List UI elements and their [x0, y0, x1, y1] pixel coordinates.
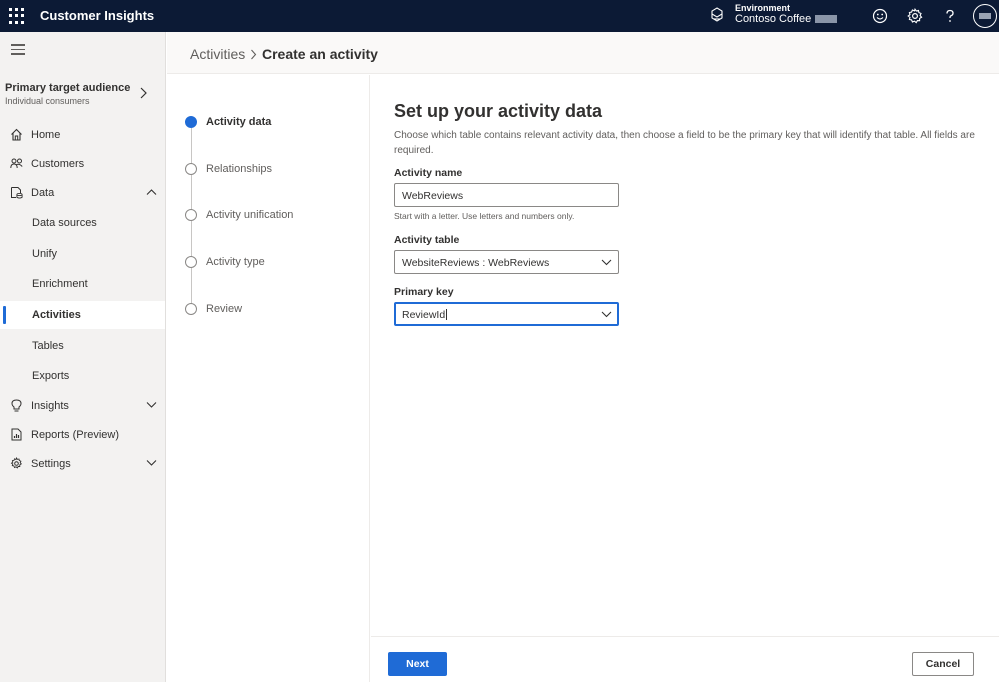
sidebar-item-data[interactable]: Data: [0, 179, 165, 207]
chevron-down-icon: [601, 311, 612, 318]
sidebar-item-label: Customers: [31, 158, 85, 170]
gear-icon: [10, 457, 23, 469]
step-indicator: [185, 209, 197, 221]
environment-redacted: [815, 15, 838, 24]
sidebar-item-label: Enrichment: [32, 278, 88, 290]
sidebar-item-label: Insights: [31, 400, 69, 412]
sidebar-item-label: Data: [31, 187, 55, 199]
sidebar-item-activities[interactable]: Activities: [0, 301, 165, 329]
data-icon: [11, 187, 23, 199]
step-label: Relationships: [206, 163, 273, 175]
sidebar-item-unify[interactable]: Unify: [0, 240, 165, 268]
sidebar-item-settings[interactable]: Settings: [0, 450, 165, 478]
sidebar-item-exports[interactable]: Exports: [0, 362, 165, 390]
report-icon: [11, 428, 22, 441]
sidebar-item-reports[interactable]: Reports (Preview): [0, 421, 165, 449]
sidebar-item-tables[interactable]: Tables: [0, 332, 165, 360]
activity-table-label: Activity table: [394, 234, 460, 246]
waffle-icon[interactable]: [9, 8, 25, 24]
activity-name-value: WebReviews: [402, 190, 464, 202]
form-description: Choose which table contains relevant act…: [394, 130, 975, 156]
form-title: Set up your activity data: [394, 101, 603, 121]
environment-picker[interactable]: Contoso Coffee: [735, 13, 838, 25]
text-caret: [446, 309, 448, 320]
activity-name-hint: Start with a letter. Use letters and num…: [394, 211, 575, 221]
primary-key-dropdown[interactable]: ReviewId: [394, 302, 619, 326]
step-label: Activity type: [206, 256, 265, 268]
audience-subtitle: Individual consumers: [5, 96, 90, 106]
breadcrumb: Activities Create an activity: [167, 32, 999, 74]
sidebar-item-customers[interactable]: Customers: [0, 150, 165, 178]
activity-data-form: Set up your activity data Choose which t…: [371, 75, 999, 682]
sidebar-item-home[interactable]: Home: [0, 121, 165, 149]
environment-name: Contoso Coffee: [735, 13, 812, 25]
primary-key-label: Primary key: [394, 286, 454, 298]
sidebar-item-label: Exports: [32, 370, 70, 382]
audience-title: Primary target audience: [5, 82, 131, 94]
avatar-initials-redacted: [979, 13, 991, 19]
sidebar-item-label: Tables: [32, 340, 64, 352]
sidebar-item-label: Reports (Preview): [31, 429, 120, 441]
chevron-down-icon: [601, 259, 612, 266]
top-bar: Customer Insights Environment Contoso Co…: [0, 0, 999, 32]
step-indicator: [185, 163, 197, 175]
step-label: Activity unification: [206, 209, 294, 221]
activity-name-label: Activity name: [394, 167, 463, 179]
sidebar-item-enrichment[interactable]: Enrichment: [0, 270, 165, 298]
wizard-stepper: Activity data Relationships Activity uni…: [167, 75, 370, 682]
primary-key-value-wrap: ReviewId: [402, 309, 448, 321]
activity-table-value: WebsiteReviews : WebReviews: [402, 257, 550, 269]
step-indicator: [185, 303, 197, 315]
feedback-smiley-icon[interactable]: [871, 7, 889, 25]
chevron-up-icon: [146, 189, 157, 195]
next-button[interactable]: Next: [388, 652, 447, 676]
hamburger-menu-icon[interactable]: [11, 44, 25, 55]
form-footer: Next Cancel: [371, 636, 999, 682]
home-icon: [11, 128, 22, 141]
primary-key-value: ReviewId: [402, 309, 446, 321]
sidebar-item-label: Home: [31, 129, 61, 141]
app-title[interactable]: Customer Insights: [40, 8, 154, 23]
chevron-right-icon: [140, 87, 147, 99]
sidebar-item-insights[interactable]: Insights: [0, 392, 165, 420]
sidebar-item-label: Data sources: [32, 217, 97, 229]
step-indicator: [185, 116, 197, 128]
sidebar-item-label: Activities: [32, 309, 81, 321]
lightbulb-icon: [11, 399, 22, 412]
sidebar-item-label: Settings: [31, 458, 71, 470]
help-icon[interactable]: [941, 7, 959, 25]
environment-icon: [711, 7, 723, 22]
sidebar-item-label: Unify: [32, 248, 58, 260]
people-icon: [10, 158, 23, 169]
environment-label: Environment: [735, 3, 791, 13]
chevron-down-icon: [146, 402, 157, 408]
sidebar-item-data-sources[interactable]: Data sources: [0, 209, 165, 237]
avatar[interactable]: [973, 4, 997, 28]
cancel-button[interactable]: Cancel: [912, 652, 974, 676]
left-navigation: Primary target audience Individual consu…: [0, 32, 166, 682]
step-label: Activity data: [206, 116, 272, 128]
chevron-down-icon: [146, 460, 157, 466]
activity-table-dropdown[interactable]: WebsiteReviews : WebReviews: [394, 250, 619, 274]
gear-icon[interactable]: [906, 7, 924, 25]
page-title: Create an activity: [262, 46, 378, 62]
step-indicator: [185, 256, 197, 268]
step-label: Review: [206, 303, 243, 315]
activity-name-field[interactable]: WebReviews: [394, 183, 619, 207]
breadcrumb-activities-link[interactable]: Activities: [190, 46, 245, 62]
chevron-right-icon: [251, 49, 257, 60]
